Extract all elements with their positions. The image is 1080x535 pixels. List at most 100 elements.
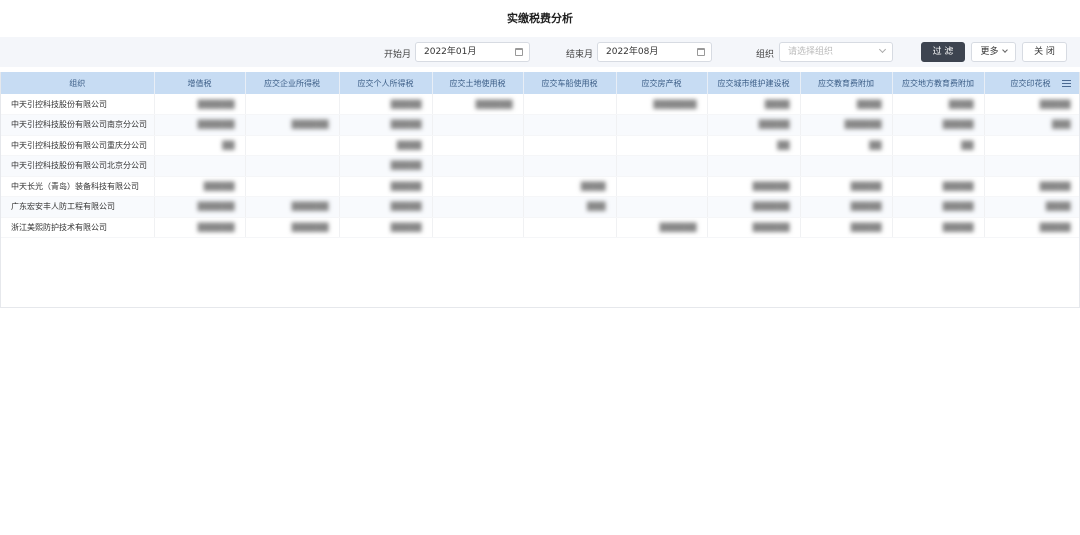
- tax-value-cell: [154, 155, 246, 177]
- tax-value-cell: [432, 155, 524, 177]
- column-header[interactable]: 应交个人所得税: [339, 72, 433, 94]
- tax-value-cell: [432, 196, 524, 218]
- column-header[interactable]: 应交土地使用税: [432, 72, 524, 94]
- table-row[interactable]: 中天引控科技股份有限公司重庆分公司 ██ ████ ██ ██ ██: [1, 135, 1079, 156]
- tax-value-cell: [523, 155, 617, 177]
- tax-value-cell: ████: [984, 196, 1079, 218]
- tax-value-cell: ██████: [154, 94, 246, 115]
- tax-value: ██: [869, 140, 882, 150]
- tax-value: ████: [948, 99, 974, 109]
- tax-value: ████: [580, 181, 606, 191]
- tax-value-cell: [707, 155, 801, 177]
- org-name-cell: 中天长光（青岛）装备科技有限公司: [1, 176, 155, 197]
- calendar-icon[interactable]: [697, 48, 705, 56]
- table-row[interactable]: 浙江美熙防护技术有限公司 ██████ ██████ █████ ██████ █████…: [1, 217, 1079, 238]
- tax-value-cell: █████: [892, 217, 985, 238]
- tax-value-cell: [523, 114, 617, 136]
- tax-value-cell: █████: [339, 155, 433, 177]
- table-row[interactable]: 中天引控科技股份有限公司北京分公司 █████: [1, 155, 1079, 177]
- tax-value: ████: [1045, 202, 1071, 212]
- table-row[interactable]: 中天引控科技股份有限公司 ██████ █████ ██████ ███████ ████…: [1, 94, 1079, 115]
- column-header[interactable]: 应交房产税: [616, 72, 708, 94]
- org-name-cell: 浙江美熙防护技术有限公司: [1, 217, 155, 238]
- tax-value-cell: █████: [892, 196, 985, 218]
- end-month-label: 结束月: [566, 50, 594, 60]
- tax-value: █████: [390, 202, 422, 212]
- column-header[interactable]: 应交教育费附加: [800, 72, 893, 94]
- tax-value-cell: [245, 94, 340, 115]
- close-button[interactable]: 关 闭: [1022, 42, 1067, 62]
- tax-table: 组织 增值税 应交企业所得税 应交个人所得税 应交土地使用税 应交车船使用税 应…: [0, 72, 1080, 308]
- org-name: 中天引控科技股份有限公司: [11, 99, 107, 109]
- tax-value-cell: [984, 135, 1079, 156]
- tax-value: ██████: [197, 120, 235, 130]
- tax-value: █████: [1039, 181, 1071, 191]
- tax-value-cell: ████: [523, 176, 617, 197]
- column-header[interactable]: 应交地方教育费附加: [892, 72, 985, 94]
- tax-value-cell: █████: [154, 176, 246, 197]
- org-name: 中天引控科技股份有限公司北京分公司: [11, 161, 147, 171]
- table-header: 组织 增值税 应交企业所得税 应交个人所得税 应交土地使用税 应交车船使用税 应…: [1, 72, 1079, 94]
- table-row[interactable]: 中天长光（青岛）装备科技有限公司 █████ █████ ████ ██████ ████…: [1, 176, 1079, 197]
- tax-value-cell: [616, 114, 708, 136]
- table-row[interactable]: 广东宏安丰人防工程有限公司 ██████ ██████ █████ ███ ██████ █…: [1, 196, 1079, 218]
- org-name-cell: 中天引控科技股份有限公司: [1, 94, 155, 115]
- org-name: 中天引控科技股份有限公司重庆分公司: [11, 140, 147, 150]
- tax-value: █████: [942, 181, 974, 191]
- tax-value-cell: [432, 217, 524, 238]
- tax-value: ███: [587, 202, 606, 212]
- org-label: 组织: [756, 50, 775, 60]
- column-header[interactable]: 应交城市维护建设税: [707, 72, 801, 94]
- tax-value-cell: ████: [892, 94, 985, 115]
- chevron-down-icon: [878, 45, 887, 54]
- filter-button[interactable]: 过 滤: [921, 42, 965, 62]
- tax-value-cell: [523, 135, 617, 156]
- tax-value-cell: █████: [892, 176, 985, 197]
- tax-value: ██████: [659, 222, 697, 232]
- more-button[interactable]: 更多: [971, 42, 1016, 62]
- column-header[interactable]: 增值税: [154, 72, 246, 94]
- tax-value-cell: ███: [523, 196, 617, 218]
- tax-value: █████: [850, 222, 882, 232]
- tax-value-cell: ███████: [616, 94, 708, 115]
- tax-value-cell: ████: [707, 94, 801, 115]
- tax-value: █████: [390, 120, 422, 130]
- tax-value-cell: ██████: [245, 114, 340, 136]
- end-month-picker[interactable]: 2022年08月: [597, 42, 712, 62]
- start-month-picker[interactable]: 2022年01月: [415, 42, 530, 62]
- tax-value: █████: [1039, 99, 1071, 109]
- tax-value-cell: [984, 155, 1079, 177]
- tax-value-cell: [523, 94, 617, 115]
- tax-value-cell: ██████: [616, 217, 708, 238]
- tax-value-cell: [616, 176, 708, 197]
- tax-value-cell: [432, 176, 524, 197]
- tax-value-cell: █████: [707, 114, 801, 136]
- tax-value: ██████: [475, 99, 513, 109]
- org-select[interactable]: 请选择组织: [779, 42, 893, 62]
- org-name-cell: 广东宏安丰人防工程有限公司: [1, 196, 155, 218]
- tax-value: ██: [222, 140, 235, 150]
- org-name-cell: 中天引控科技股份有限公司北京分公司: [1, 155, 155, 177]
- org-name-cell: 中天引控科技股份有限公司重庆分公司: [1, 135, 155, 156]
- tax-value: █████: [1039, 222, 1071, 232]
- column-menu-icon[interactable]: [1062, 80, 1071, 87]
- column-header[interactable]: 组织: [1, 72, 155, 94]
- tax-value: ██: [961, 140, 974, 150]
- more-label: 更多: [980, 47, 999, 57]
- tax-value-cell: [245, 176, 340, 197]
- tax-value-cell: [616, 155, 708, 177]
- tax-value: █████: [942, 202, 974, 212]
- column-header[interactable]: 应交车船使用税: [523, 72, 617, 94]
- table-row[interactable]: 中天引控科技股份有限公司南京分公司 ██████ ██████ █████ █████ █…: [1, 114, 1079, 136]
- org-name: 浙江美熙防护技术有限公司: [11, 222, 107, 232]
- calendar-icon[interactable]: [515, 48, 523, 56]
- tax-value-cell: ██: [800, 135, 893, 156]
- tax-value-cell: ██: [707, 135, 801, 156]
- tax-value: █████: [390, 99, 422, 109]
- tax-value: ████: [764, 99, 790, 109]
- column-header[interactable]: 应交企业所得税: [245, 72, 340, 94]
- tax-value: █████: [850, 202, 882, 212]
- tax-value-cell: [800, 155, 893, 177]
- filter-toolbar: 开始月 2022年01月 结束月 2022年08月 组织 请选择组织 过 滤 更…: [0, 37, 1080, 67]
- tax-value-cell: ██████: [800, 114, 893, 136]
